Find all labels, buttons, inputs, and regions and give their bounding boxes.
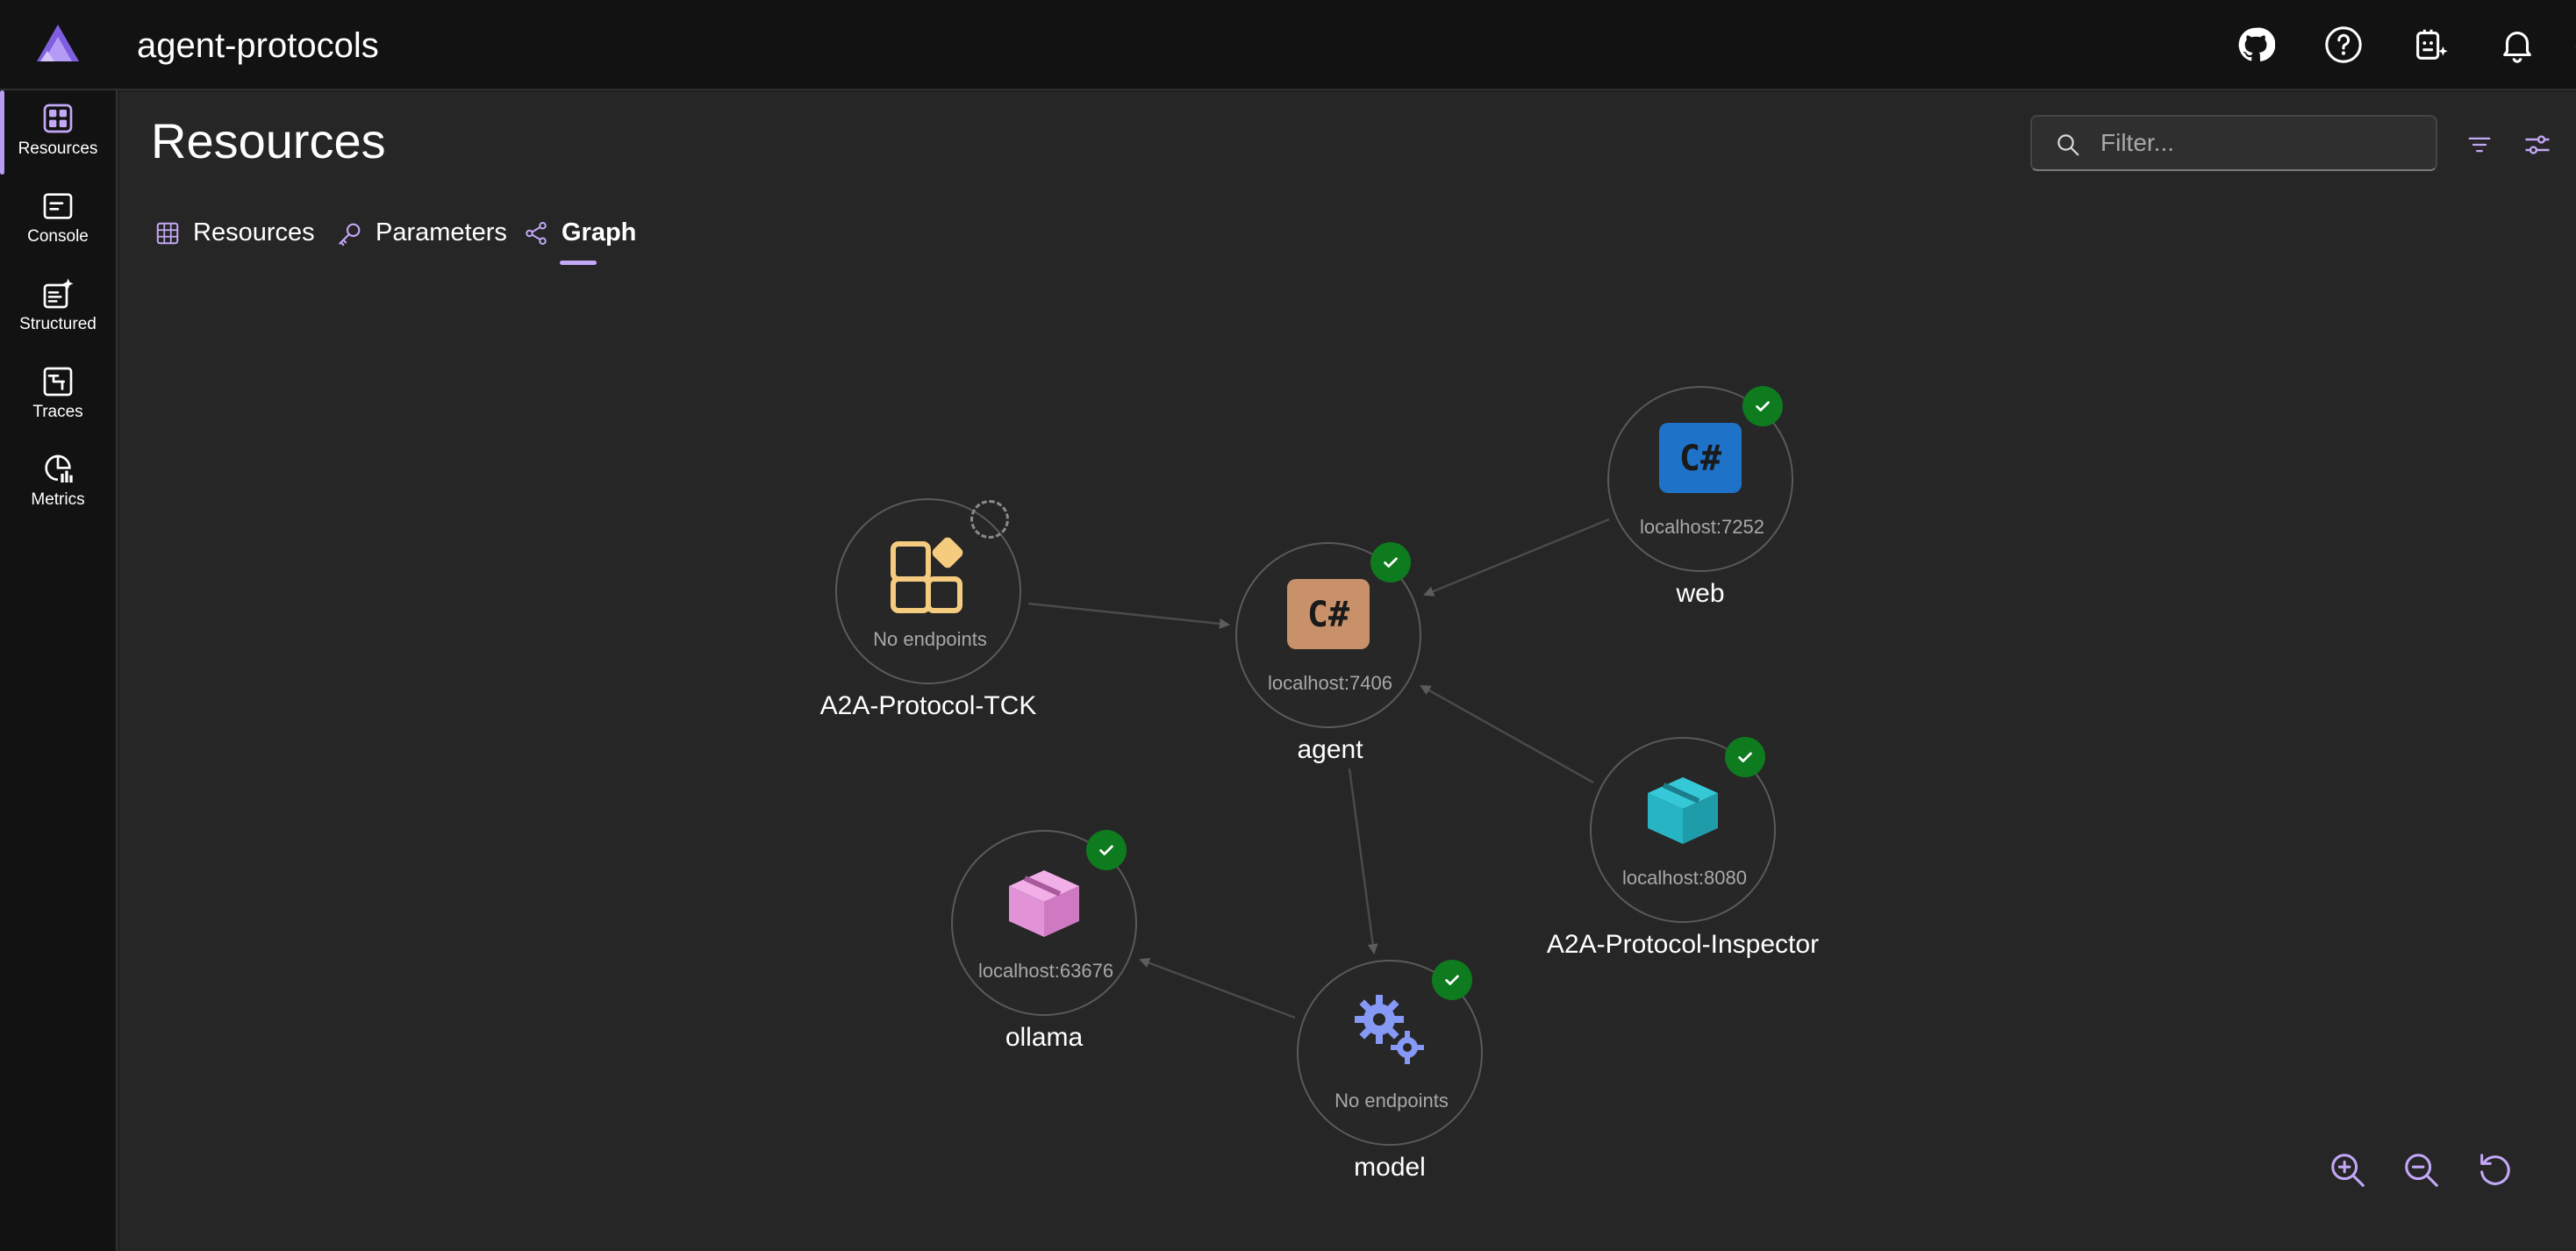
help-icon[interactable] [2316,18,2371,72]
nav-item-resources[interactable]: Resources [0,90,116,175]
node-label-a2a-protocol-tck: A2A-Protocol-TCK [819,691,1037,720]
nav-item-traces[interactable]: Traces [0,354,116,438]
node-endpoint: localhost:63676 [977,960,1114,982]
nav-label-resources: Resources [18,139,98,158]
github-icon[interactable] [2229,18,2283,72]
svg-text:C#: C# [1679,439,1721,479]
reset-icon[interactable] [2471,1146,2520,1195]
container-icon [1009,870,1079,937]
csharp-icon: C# [1659,423,1742,493]
zoom-out-icon[interactable] [2397,1146,2446,1195]
status-running-icon [1370,542,1411,583]
status-running-icon [1742,386,1783,426]
structured-logs-icon [43,278,74,309]
assistant-icon[interactable] [2404,18,2458,72]
node-endpoint: localhost:7406 [1268,672,1392,694]
tab-label-resources: Resources [193,218,315,247]
aspire-logo[interactable] [33,21,82,67]
top-bar: agent-protocols [0,0,2576,90]
tab-label-graph: Graph [562,218,637,247]
search-icon [2057,134,2079,156]
node-label-a2a-protocol-inspector: A2A-Protocol-Inspector [1546,930,1820,959]
status-pending-icon [970,500,1009,539]
filter-input[interactable] [2100,117,2425,169]
svg-text:C#: C# [1307,595,1349,635]
metrics-icon [45,454,73,483]
container-icon [1648,777,1718,844]
nav-label-console: Console [27,227,89,246]
node-endpoint: No endpoints [1335,1090,1449,1112]
app-title: agent-protocols [137,26,379,65]
filter-icon[interactable] [2458,124,2501,166]
node-label-agent: agent [1297,735,1363,764]
zoom-in-icon[interactable] [2323,1146,2372,1195]
node-endpoint: localhost:7252 [1640,516,1764,538]
bell-icon[interactable] [2490,18,2544,72]
nav-label-metrics: Metrics [31,490,85,509]
grid-icon [43,104,73,133]
console-icon [43,193,73,219]
traces-icon [43,367,73,397]
app-puzzle-icon [891,537,963,613]
csharp-icon: C# [1287,579,1370,649]
nav-label-structured: Structured [19,315,97,333]
filter-search-box [2030,115,2437,171]
nav-item-console[interactable]: Console [0,178,116,262]
node-endpoint: No endpoints [873,628,987,650]
selected-tab-indicator [560,261,597,265]
side-navigation: Resources Console Structured Traces Metr… [0,90,118,1251]
nav-item-metrics[interactable]: Metrics [0,441,116,525]
page-title: Resources [151,113,386,168]
table-icon [156,222,179,245]
share-icon [526,222,547,245]
node-label-model: model [1354,1153,1426,1182]
node-label-ollama: ollama [1005,1023,1084,1052]
settings-sliders-icon[interactable] [2516,124,2558,166]
node-endpoint: localhost:8080 [1622,867,1747,889]
node-label-web: web [1676,579,1725,608]
status-running-icon [1725,737,1765,777]
nav-label-traces: Traces [32,403,83,421]
tab-graph[interactable]: Graph [523,215,636,268]
tab-label-parameters: Parameters [376,218,507,247]
key-icon [339,223,361,247]
nav-item-structured[interactable]: Structured [0,266,116,350]
status-running-icon [1432,960,1472,1000]
gears-icon [1355,995,1424,1064]
tab-parameters[interactable]: Parameters [335,215,507,268]
tab-resources[interactable]: Resources [154,215,315,268]
status-running-icon [1086,830,1127,870]
gear-icon[interactable] [2565,18,2576,72]
